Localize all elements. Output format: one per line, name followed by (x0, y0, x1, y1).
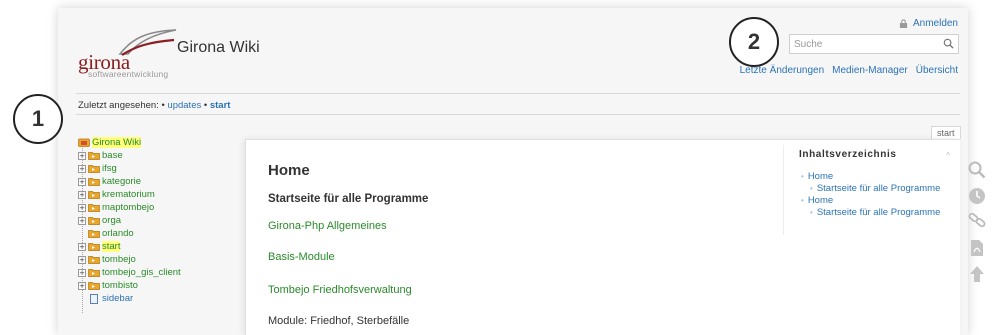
trace-divider (76, 114, 960, 115)
header-divider (76, 93, 960, 94)
tree-namespace-item[interactable]: + tombisto (78, 279, 181, 292)
expand-icon[interactable]: + (78, 242, 86, 251)
trace-link-updates[interactable]: updates (167, 100, 201, 111)
toc-entry-label: Startseite für alle Programme (816, 207, 941, 218)
page-icon (90, 293, 98, 304)
tree-item-label: orga (102, 215, 122, 226)
expand-icon[interactable]: + (78, 281, 86, 290)
section-heading: Startseite für alle Programme (268, 193, 429, 205)
logo[interactable]: girona softwareentwicklung (78, 28, 178, 80)
nav-media-manager[interactable]: Medien-Manager (832, 65, 908, 76)
expand-icon[interactable]: + (78, 151, 86, 160)
toc-entry[interactable]: • Home (801, 195, 940, 207)
table-of-contents: Inhaltsverzeichnis ^ • Home • Startseite fü… (783, 145, 960, 235)
expand-icon[interactable]: + (78, 203, 86, 212)
folder-icon (88, 152, 100, 160)
content-link-tombejo[interactable]: Tombejo Friedhofsverwaltung (268, 284, 412, 296)
tree-item-label: orlando (102, 228, 134, 239)
folder-icon (88, 256, 100, 264)
tree-page-sidebar[interactable]: sidebar (78, 292, 181, 305)
breadcrumb-trace: Zuletzt angesehen: • updates • start (78, 100, 231, 111)
bullet-icon: • (801, 196, 804, 205)
tree-item-label: maptombejo (102, 202, 155, 213)
bullet-icon: • (801, 172, 804, 181)
toc-collapse-icon[interactable]: ^ (946, 151, 950, 160)
folder-open-icon (78, 138, 90, 147)
lock-icon (899, 19, 908, 28)
tree-namespace-item[interactable]: + start (78, 240, 181, 253)
toc-title[interactable]: Inhaltsverzeichnis (799, 149, 897, 160)
login-label: Anmelden (912, 18, 958, 29)
history-icon[interactable] (967, 186, 987, 206)
tree-namespace-item[interactable]: + orga (78, 214, 181, 227)
page-name-tab: start (931, 126, 961, 139)
content-link-basis-module[interactable]: Basis-Module (268, 251, 335, 263)
folder-icon (88, 178, 100, 186)
tree-root[interactable]: Girona Wiki (78, 136, 181, 149)
tree-item-label: base (102, 150, 123, 161)
tree-namespace-item[interactable]: + base (78, 149, 181, 162)
expand-icon[interactable]: + (78, 164, 86, 173)
trace-link-start[interactable]: start (210, 100, 231, 111)
top-navigation: Letzte Änderungen Medien-Manager Übersic… (740, 65, 958, 76)
nav-sitemap[interactable]: Übersicht (916, 65, 958, 76)
tree-namespace-item[interactable]: orlando (78, 227, 181, 240)
bullet-icon: • (810, 208, 813, 217)
tree-namespace-item[interactable]: + tombejo (78, 253, 181, 266)
toc-entry-label: Startseite für alle Programme (816, 183, 941, 194)
folder-icon (88, 217, 100, 225)
expand-icon[interactable]: + (78, 255, 86, 264)
folder-icon (88, 165, 100, 173)
tree-item-label: tombisto (102, 280, 138, 291)
folder-icon (88, 191, 100, 199)
tree-item-label: krematorium (102, 189, 155, 200)
tree-namespace-item[interactable]: + kategorie (78, 175, 181, 188)
logo-subtitle: softwareentwicklung (88, 69, 169, 79)
folder-icon (88, 269, 100, 277)
annotation-badge-1: 1 (13, 94, 63, 144)
toc-entry[interactable]: • Startseite für alle Programme (801, 183, 940, 195)
search-input[interactable] (790, 35, 935, 53)
tree-item-label: kategorie (102, 176, 142, 187)
folder-icon (88, 243, 100, 251)
tree-namespace-item[interactable]: + krematorium (78, 188, 181, 201)
tree-item-label: start (102, 241, 121, 252)
toc-list: • Home • Startseite für alle Programme • Home… (801, 171, 940, 219)
tree-page-label: sidebar (102, 293, 134, 304)
folder-icon (88, 230, 100, 238)
expand-icon[interactable]: + (78, 190, 86, 199)
login-link[interactable]: Anmelden (899, 18, 958, 29)
bullet-icon: • (810, 184, 813, 193)
tree-namespace-item[interactable]: + maptombejo (78, 201, 181, 214)
back-to-top-icon[interactable] (967, 264, 987, 284)
backlink-icon[interactable] (967, 210, 987, 230)
folder-icon (88, 282, 100, 290)
search-box[interactable] (789, 34, 959, 54)
tree-item-label: tombejo (102, 254, 136, 265)
pdf-icon[interactable] (967, 238, 987, 258)
toc-entry-label: Home (807, 195, 834, 206)
tree-namespace-item[interactable]: + tombejo_gis_client (78, 266, 181, 279)
tree-item-label: ifsg (102, 163, 117, 174)
site-title[interactable]: Girona Wiki (177, 39, 260, 57)
tree-namespace-item[interactable]: + ifsg (78, 162, 181, 175)
annotation-badge-2: 2 (729, 17, 779, 67)
expand-icon[interactable]: + (78, 216, 86, 225)
search-icon[interactable] (943, 38, 954, 49)
search-icon[interactable] (967, 160, 987, 180)
folder-icon (88, 204, 100, 212)
expand-icon[interactable]: + (78, 177, 86, 186)
namespace-tree: Girona Wiki + base + ifsg + kategorie + kremato… (78, 136, 181, 305)
trace-label: Zuletzt angesehen: (78, 100, 159, 111)
toc-entry[interactable]: • Home (801, 171, 940, 183)
content-link-girona-php[interactable]: Girona-Php Allgemeines (268, 220, 387, 232)
toc-entry[interactable]: • Startseite für alle Programme (801, 207, 940, 219)
toc-entry-label: Home (807, 171, 834, 182)
page-heading: Home (268, 162, 310, 179)
expand-icon[interactable]: + (78, 268, 86, 277)
tree-root-label: Girona Wiki (92, 137, 142, 148)
tree-item-label: tombejo_gis_client (102, 267, 181, 278)
content-module-text: Module: Friedhof, Sterbefälle (268, 315, 410, 327)
